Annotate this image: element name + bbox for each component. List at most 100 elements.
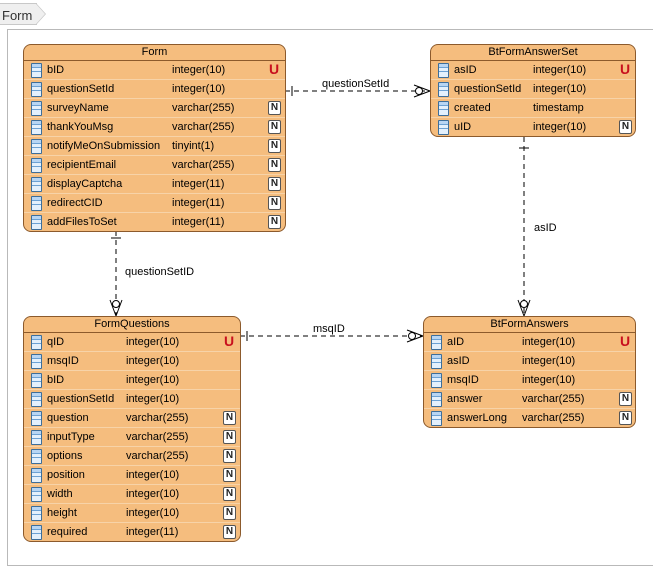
column-icon (438, 63, 449, 78)
column-name: addFilesToSet (47, 216, 117, 228)
column-icon (431, 335, 442, 350)
column-row[interactable]: redirectCID integer(11) N (24, 193, 285, 212)
column-icon (31, 411, 42, 426)
column-type: integer(10) (126, 488, 180, 500)
column-name: questionSetId (47, 393, 115, 405)
column-icon (31, 215, 42, 230)
column-row[interactable]: asID integer(10) U (431, 61, 635, 79)
column-type: tinyint(1) (172, 140, 215, 152)
column-type: varchar(255) (172, 159, 235, 171)
column-icon (431, 392, 442, 407)
column-row[interactable]: answerLong varchar(255) N (424, 408, 635, 427)
column-icon (31, 158, 42, 173)
column-name: notifyMeOnSubmission (47, 140, 161, 152)
relationship-label: msqID (313, 323, 345, 335)
column-type: integer(10) (126, 507, 180, 519)
column-row[interactable]: position integer(10) N (24, 465, 240, 484)
entity-title: Form (24, 45, 285, 61)
column-row[interactable]: bID integer(10) U (24, 61, 285, 79)
column-icon (31, 392, 42, 407)
column-row[interactable]: answer varchar(255) N (424, 389, 635, 408)
unique-badge: U (619, 333, 631, 349)
nullable-badge: N (223, 468, 236, 482)
column-name: asID (454, 64, 477, 76)
column-row[interactable]: notifyMeOnSubmission tinyint(1) N (24, 136, 285, 155)
column-row[interactable]: created timestamp (431, 98, 635, 117)
column-type: varchar(255) (172, 102, 235, 114)
column-name: answer (447, 393, 483, 405)
entity-btformanswers[interactable]: BtFormAnswers aID integer(10) UasID integer(… (423, 316, 636, 428)
column-icon (31, 354, 42, 369)
column-name: question (47, 412, 89, 424)
nullable-badge: N (223, 411, 236, 425)
column-type: integer(11) (172, 197, 225, 209)
column-icon (31, 449, 42, 464)
column-icon (31, 373, 42, 388)
column-row[interactable]: required integer(11) N (24, 522, 240, 541)
nullable-badge: N (619, 392, 632, 406)
column-name: displayCaptcha (47, 178, 123, 190)
column-type: integer(10) (533, 64, 587, 76)
entity-formquestions[interactable]: FormQuestions qID integer(10) UmsqID integer… (23, 316, 241, 542)
column-type: varchar(255) (126, 412, 189, 424)
column-row[interactable]: aID integer(10) U (424, 333, 635, 351)
column-row[interactable]: question varchar(255) N (24, 408, 240, 427)
column-name: bID (47, 64, 65, 76)
column-icon (31, 487, 42, 502)
column-row[interactable]: asID integer(10) (424, 351, 635, 370)
entity-form[interactable]: Form bID integer(10) UquestionSetId integer(… (23, 44, 286, 232)
column-row[interactable]: inputType varchar(255) N (24, 427, 240, 446)
nullable-badge: N (223, 525, 236, 539)
nullable-badge: N (223, 430, 236, 444)
column-row[interactable]: height integer(10) N (24, 503, 240, 522)
nullable-badge: N (268, 158, 281, 172)
nullable-badge: N (268, 177, 281, 191)
entity-title: BtFormAnswerSet (431, 45, 635, 61)
unique-badge: U (223, 333, 235, 349)
column-icon (31, 63, 42, 78)
column-type: integer(11) (126, 526, 179, 538)
column-row[interactable]: bID integer(10) (24, 370, 240, 389)
column-row[interactable]: options varchar(255) N (24, 446, 240, 465)
column-row[interactable]: msqID integer(10) (24, 351, 240, 370)
column-icon (31, 196, 42, 211)
column-row[interactable]: questionSetId integer(10) (24, 79, 285, 98)
column-row[interactable]: width integer(10) N (24, 484, 240, 503)
column-row[interactable]: recipientEmail varchar(255) N (24, 155, 285, 174)
column-row[interactable]: addFilesToSet integer(11) N (24, 212, 285, 231)
column-row[interactable]: qID integer(10) U (24, 333, 240, 351)
column-icon (31, 468, 42, 483)
relationship-label: questionSetId (322, 78, 390, 90)
column-row[interactable]: displayCaptcha integer(11) N (24, 174, 285, 193)
column-name: position (47, 469, 85, 481)
column-icon (431, 354, 442, 369)
optional-marker (415, 87, 423, 95)
column-name: thankYouMsg (47, 121, 114, 133)
column-icon (31, 139, 42, 154)
column-name: redirectCID (47, 197, 103, 209)
column-type: integer(10) (126, 393, 180, 405)
nullable-badge: N (223, 487, 236, 501)
column-name: answerLong (447, 412, 507, 424)
column-row[interactable]: thankYouMsg varchar(255) N (24, 117, 285, 136)
column-row[interactable]: questionSetId integer(10) (24, 389, 240, 408)
nullable-badge: N (619, 411, 632, 425)
column-icon (31, 120, 42, 135)
column-type: varchar(255) (126, 431, 189, 443)
column-row[interactable]: surveyName varchar(255) N (24, 98, 285, 117)
column-name: uID (454, 121, 472, 133)
column-type: varchar(255) (522, 393, 585, 405)
column-row[interactable]: msqID integer(10) (424, 370, 635, 389)
nullable-badge: N (268, 120, 281, 134)
column-icon (31, 82, 42, 97)
column-name: aID (447, 336, 465, 348)
column-icon (31, 525, 42, 540)
column-row[interactable]: questionSetId integer(10) (431, 79, 635, 98)
column-type: integer(10) (533, 83, 587, 95)
column-name: surveyName (47, 102, 109, 114)
column-icon (438, 101, 449, 116)
column-name: recipientEmail (47, 159, 117, 171)
column-name: questionSetId (454, 83, 522, 95)
column-row[interactable]: uID integer(10) N (431, 117, 635, 136)
entity-btformanswerset[interactable]: BtFormAnswerSet asID integer(10) UquestionS… (430, 44, 636, 137)
